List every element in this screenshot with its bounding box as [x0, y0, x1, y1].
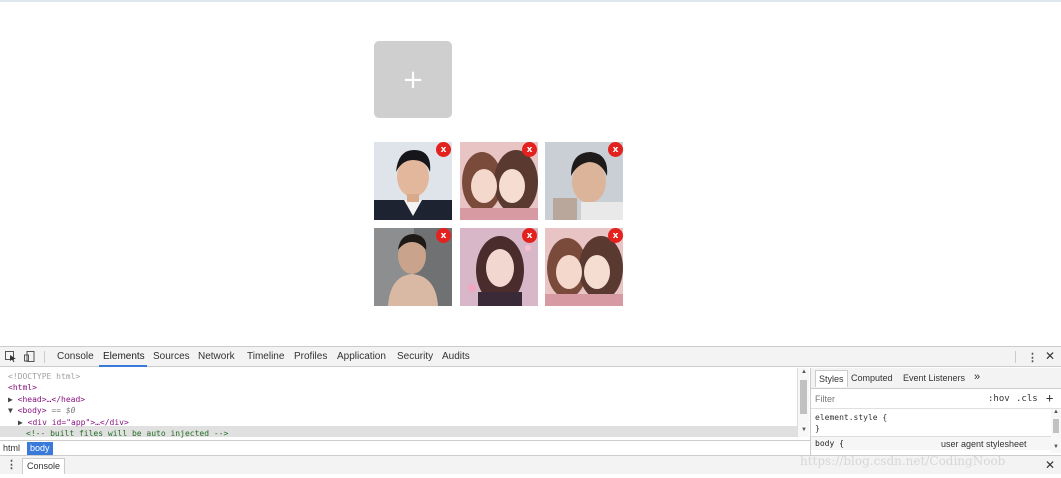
- tab-console[interactable]: Console: [57, 351, 94, 362]
- class-toggle-button[interactable]: .cls: [1016, 394, 1038, 404]
- inspect-element-icon[interactable]: [5, 351, 17, 362]
- tab-network[interactable]: Network: [198, 351, 235, 362]
- toolbar-divider: [44, 351, 45, 363]
- style-rule-selector[interactable]: element.style {: [815, 413, 887, 422]
- delete-image-button[interactable]: x: [522, 228, 537, 243]
- breadcrumb: html body: [0, 440, 810, 455]
- device-toolbar-icon[interactable]: [24, 351, 36, 362]
- new-rule-button[interactable]: +: [1046, 391, 1053, 405]
- code-line[interactable]: ▶ <head>…</head>: [8, 394, 85, 405]
- style-rule-selector[interactable]: body {: [815, 439, 844, 448]
- expand-triangle-icon[interactable]: ▶: [18, 418, 23, 427]
- hover-state-button[interactable]: :hov: [988, 394, 1010, 404]
- breadcrumb-body[interactable]: body: [27, 442, 53, 455]
- delete-image-button[interactable]: x: [608, 228, 623, 243]
- toolbar-divider: [1015, 351, 1016, 363]
- tab-profiles[interactable]: Profiles: [294, 351, 327, 362]
- styles-filter-row: :hov .cls +: [811, 389, 1061, 409]
- scroll-down-icon[interactable]: ▼: [801, 427, 807, 433]
- delete-image-button[interactable]: x: [522, 142, 537, 157]
- tab-audits[interactable]: Audits: [442, 351, 470, 362]
- customize-menu-icon[interactable]: ⋮: [1027, 351, 1038, 364]
- breadcrumb-html[interactable]: html: [0, 442, 23, 455]
- scroll-up-icon[interactable]: ▲: [801, 369, 807, 375]
- scroll-up-icon[interactable]: ▲: [1053, 409, 1059, 415]
- delete-image-button[interactable]: x: [608, 142, 623, 157]
- drawer-tab-console[interactable]: Console: [22, 458, 66, 474]
- tab-elements[interactable]: Elements: [103, 351, 145, 362]
- delete-image-button[interactable]: x: [436, 228, 451, 243]
- plus-icon: +: [402, 64, 424, 95]
- delete-image-button[interactable]: x: [436, 142, 451, 157]
- code-line[interactable]: <html>: [8, 382, 37, 393]
- scrollbar-thumb[interactable]: [800, 380, 807, 414]
- code-line[interactable]: ▶ <div id="app">…</div>: [18, 417, 129, 428]
- tab-sources[interactable]: Sources: [153, 351, 190, 362]
- styles-scrollbar[interactable]: ▲ ▼: [1051, 409, 1061, 453]
- tab-security[interactable]: Security: [397, 351, 433, 362]
- close-devtools-icon[interactable]: ✕: [1045, 349, 1055, 363]
- devtools-toolbar: Console Elements Sources Network Timelin…: [0, 347, 1061, 367]
- screen: + x x x x x x Console Elements Sources N…: [0, 0, 1061, 478]
- styles-filter-input[interactable]: [815, 393, 975, 405]
- scroll-down-icon[interactable]: ▼: [1053, 444, 1059, 450]
- watermark: https://blog.csdn.net/CodingNoob: [800, 454, 1006, 468]
- expand-triangle-icon[interactable]: ▶: [8, 395, 13, 404]
- code-line[interactable]: ▼ <body> == $0: [8, 405, 75, 416]
- code-line[interactable]: <!-- built files will be auto injected -…: [26, 428, 228, 439]
- scrollbar-thumb[interactable]: [1053, 419, 1059, 433]
- drawer-menu-icon[interactable]: ⋮: [6, 458, 17, 471]
- tab-styles[interactable]: Styles: [815, 370, 848, 387]
- more-tabs-icon[interactable]: »: [974, 371, 980, 383]
- styles-pane: Styles Computed Event Listeners » :hov .…: [810, 368, 1061, 455]
- tab-application[interactable]: Application: [337, 351, 386, 362]
- active-tab-indicator: [99, 365, 147, 367]
- close-drawer-icon[interactable]: ✕: [1045, 458, 1055, 472]
- code-line[interactable]: <!DOCTYPE html>: [8, 371, 80, 382]
- rule-source: user agent stylesheet: [941, 439, 1027, 449]
- top-border: [0, 0, 1061, 2]
- style-rule-close: }: [815, 424, 820, 433]
- styles-tabbar: Styles Computed Event Listeners »: [811, 368, 1061, 389]
- add-image-button[interactable]: +: [374, 41, 452, 118]
- collapse-triangle-icon[interactable]: ▼: [8, 406, 13, 415]
- tab-timeline[interactable]: Timeline: [247, 351, 284, 362]
- elements-scrollbar[interactable]: ▲ ▼: [797, 368, 809, 437]
- elements-tree: <!DOCTYPE html> <html> ▶ <head>…</head> …: [0, 368, 797, 441]
- tab-event-listeners[interactable]: Event Listeners: [903, 373, 965, 383]
- style-rule-header: body { user agent stylesheet: [811, 436, 1051, 450]
- tab-computed[interactable]: Computed: [851, 373, 893, 383]
